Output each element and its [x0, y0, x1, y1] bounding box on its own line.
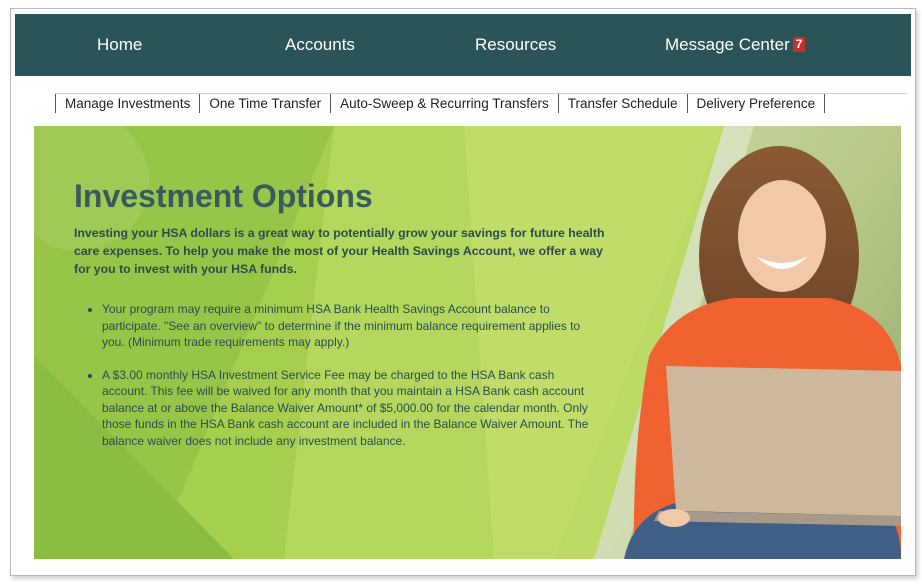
page-title: Investment Options — [74, 178, 373, 214]
top-navigation: Home Accounts Resources Message Center 7 — [15, 14, 911, 76]
message-count-badge: 7 — [792, 37, 806, 52]
tab-manage-investments[interactable]: Manage Investments — [55, 94, 201, 113]
bullet-minimum-balance: Your program may require a minimum HSA B… — [102, 301, 602, 351]
sub-navigation: Manage Investments One Time Transfer Auto-… — [55, 93, 907, 114]
tab-auto-sweep-recurring-transfers[interactable]: Auto-Sweep & Recurring Transfers — [331, 94, 559, 113]
tab-delivery-preference[interactable]: Delivery Preference — [688, 94, 826, 113]
hero-banner: Investment Options Investing your HSA do… — [34, 126, 901, 559]
nav-accounts[interactable]: Accounts — [285, 14, 355, 76]
tab-one-time-transfer[interactable]: One Time Transfer — [200, 94, 332, 113]
nav-resources-label: Resources — [475, 35, 557, 54]
nav-resources[interactable]: Resources — [475, 14, 556, 76]
tab-transfer-schedule[interactable]: Transfer Schedule — [559, 94, 688, 113]
nav-message-center[interactable]: Message Center 7 — [665, 14, 806, 76]
nav-home[interactable]: Home — [97, 14, 142, 76]
intro-text: Investing your HSA dollars is a great wa… — [74, 226, 605, 276]
nav-home-label: Home — [97, 35, 143, 54]
nav-message-center-label: Message Center — [665, 35, 790, 54]
nav-accounts-label: Accounts — [285, 35, 355, 54]
bullet-service-fee: A $3.00 monthly HSA Investment Service F… — [102, 367, 602, 450]
page-frame: Home Accounts Resources Message Center 7 … — [10, 8, 916, 576]
info-bullet-list: Your program may require a minimum HSA B… — [74, 301, 602, 465]
